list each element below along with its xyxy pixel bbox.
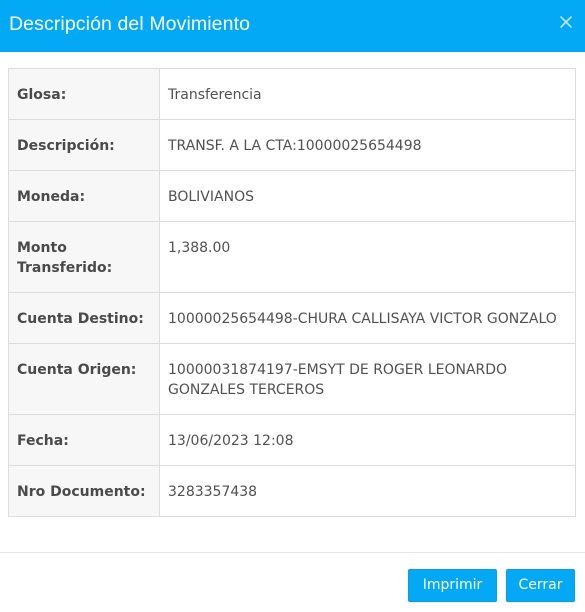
detail-label: Moneda: [8,170,160,222]
movement-description-modal: Descripción del Movimiento Glosa: Transf… [0,0,585,612]
detail-value: 10000031874197-EMSYT DE ROGER LEONARDO G… [159,343,576,415]
modal-title: Descripción del Movimiento [9,13,251,35]
detail-row-monto: Monto Transferido: 1,388.00 [8,221,576,293]
detail-row-cuenta-destino: Cuenta Destino: 10000025654498-CHURA CAL… [8,292,576,344]
print-button[interactable]: Imprimir [408,569,497,602]
close-button[interactable] [556,12,576,32]
detail-row-descripcion: Descripción: TRANSF. A LA CTA:1000002565… [8,119,576,171]
detail-row-moneda: Moneda: BOLIVIANOS [8,170,576,222]
detail-label: Cuenta Destino: [8,292,160,344]
detail-value: 3283357438 [159,465,576,517]
footer-divider [0,552,585,553]
detail-row-nro-documento: Nro Documento: 3283357438 [8,465,576,517]
detail-row-fecha: Fecha: 13/06/2023 12:08 [8,414,576,466]
close-footer-button[interactable]: Cerrar [506,569,575,602]
modal-header: Descripción del Movimiento [0,0,585,52]
detail-value: 1,388.00 [159,221,576,293]
detail-label: Nro Documento: [8,465,160,517]
close-icon [560,16,572,28]
detail-value: BOLIVIANOS [159,170,576,222]
detail-label: Monto Transferido: [8,221,160,293]
detail-row-glosa: Glosa: Transferencia [8,68,576,120]
detail-value: 13/06/2023 12:08 [159,414,576,466]
detail-value: TRANSF. A LA CTA:10000025654498 [159,119,576,171]
movement-details-table: Glosa: Transferencia Descripción: TRANSF… [8,68,576,517]
detail-label: Fecha: [8,414,160,466]
detail-value: Transferencia [159,68,576,120]
detail-label: Cuenta Origen: [8,343,160,415]
detail-label: Descripción: [8,119,160,171]
detail-label: Glosa: [8,68,160,120]
detail-row-cuenta-origen: Cuenta Origen: 10000031874197-EMSYT DE R… [8,343,576,415]
detail-value: 10000025654498-CHURA CALLISAYA VICTOR GO… [159,292,576,344]
